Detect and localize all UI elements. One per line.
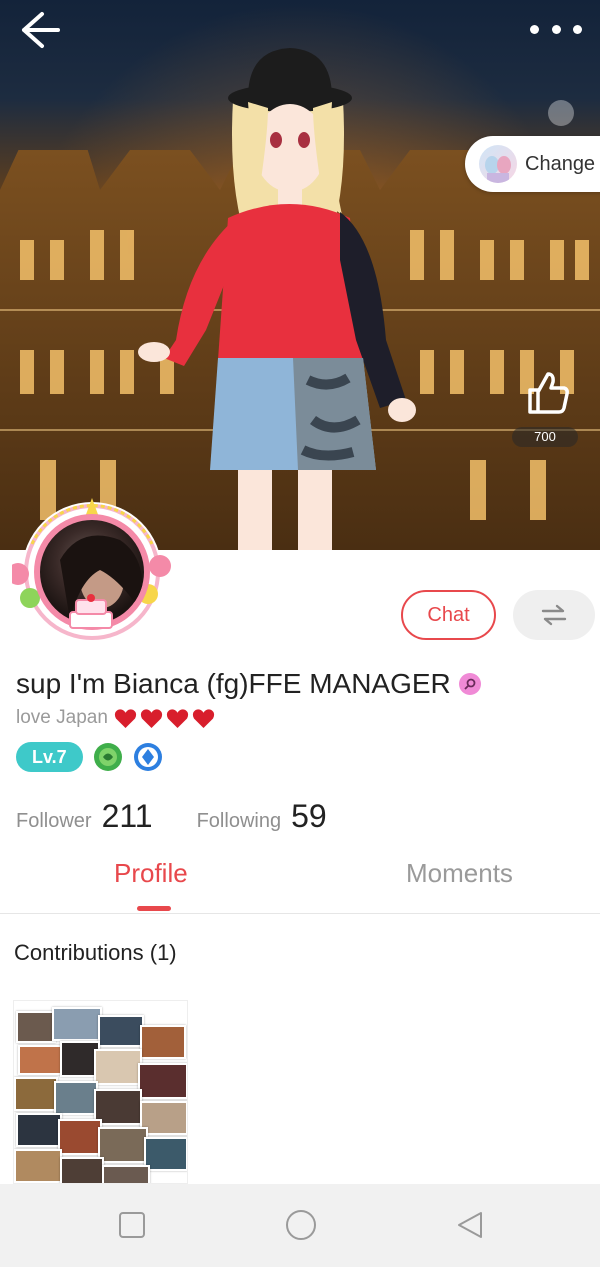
collage-tile — [52, 1007, 102, 1041]
collage-tile — [102, 1165, 150, 1183]
collage-tile — [16, 1113, 62, 1147]
square-recent-icon[interactable] — [117, 1210, 147, 1240]
arrow-left-icon — [22, 12, 60, 48]
collage-tile — [94, 1049, 142, 1085]
following-count[interactable]: 59 — [291, 798, 327, 835]
profile-bio: love Japan — [16, 707, 108, 728]
collage-tile — [14, 1149, 62, 1183]
like-button[interactable]: 700 — [512, 368, 586, 447]
heart-icon — [114, 708, 137, 728]
chat-button[interactable]: Chat — [401, 590, 496, 640]
badges-row: Lv.7 — [16, 742, 163, 772]
follower-label[interactable]: Follower — [16, 810, 92, 833]
female-icon — [458, 673, 481, 695]
swap-button[interactable] — [513, 590, 595, 640]
collage-tile — [16, 1011, 56, 1043]
like-count: 700 — [512, 427, 578, 447]
follow-stats: Follower 211 Following 59 — [16, 798, 327, 835]
collage-tile — [60, 1157, 104, 1183]
contribution-card[interactable] — [13, 1000, 188, 1184]
follower-count[interactable]: 211 — [102, 798, 153, 835]
profile-cover: Change 700 — [0, 0, 600, 550]
tab-profile[interactable]: Profile — [114, 858, 188, 889]
collage-tile — [138, 1063, 187, 1099]
collage-tile — [98, 1127, 148, 1163]
heart-icon — [192, 708, 215, 728]
contributions-heading: Contributions (1) — [14, 940, 177, 965]
collage-tile — [54, 1081, 98, 1115]
collage-tile — [58, 1119, 102, 1155]
avatar-thumbnail-icon — [479, 145, 517, 183]
blue-badge-icon[interactable] — [133, 742, 163, 772]
collage-tile — [144, 1137, 187, 1171]
heart-emoji-group — [114, 708, 218, 729]
more-horizontal-icon — [530, 24, 539, 34]
thumbs-up-icon — [528, 372, 569, 414]
profile-bio-row: love Japan — [16, 707, 218, 729]
following-label[interactable]: Following — [197, 810, 281, 833]
profile-name: sup I'm Bianca (fg)FFE MANAGER — [16, 668, 451, 699]
change-label: Change — [525, 152, 596, 175]
more-options-button[interactable] — [530, 14, 582, 44]
more-horizontal-icon — [551, 24, 561, 34]
collage-tile — [18, 1045, 64, 1075]
back-button[interactable] — [18, 8, 62, 52]
tab-moments[interactable]: Moments — [406, 858, 513, 889]
system-navigation-bar — [0, 1184, 600, 1267]
heart-icon — [140, 708, 163, 728]
green-badge-icon[interactable] — [93, 742, 123, 772]
active-tab-indicator — [137, 906, 171, 911]
collage-tile — [98, 1015, 144, 1047]
profile-avatar[interactable] — [12, 494, 174, 644]
profile-tabs: Profile Moments — [0, 848, 600, 914]
collage-tile — [14, 1077, 58, 1111]
more-horizontal-icon — [573, 24, 582, 34]
swap-arrows-icon — [541, 604, 567, 626]
profile-name-row: sup I'm Bianca (fg)FFE MANAGER — [16, 668, 481, 700]
change-avatar-button[interactable]: Change — [465, 136, 600, 192]
triangle-back-icon[interactable] — [455, 1210, 485, 1240]
circle-home-icon[interactable] — [284, 1208, 318, 1242]
sparkle-dot — [548, 100, 574, 126]
collage-tile — [140, 1025, 186, 1059]
heart-icon — [166, 708, 189, 728]
level-badge[interactable]: Lv.7 — [16, 742, 83, 772]
avatar-character-art — [138, 48, 416, 550]
cake-icon — [69, 594, 113, 629]
